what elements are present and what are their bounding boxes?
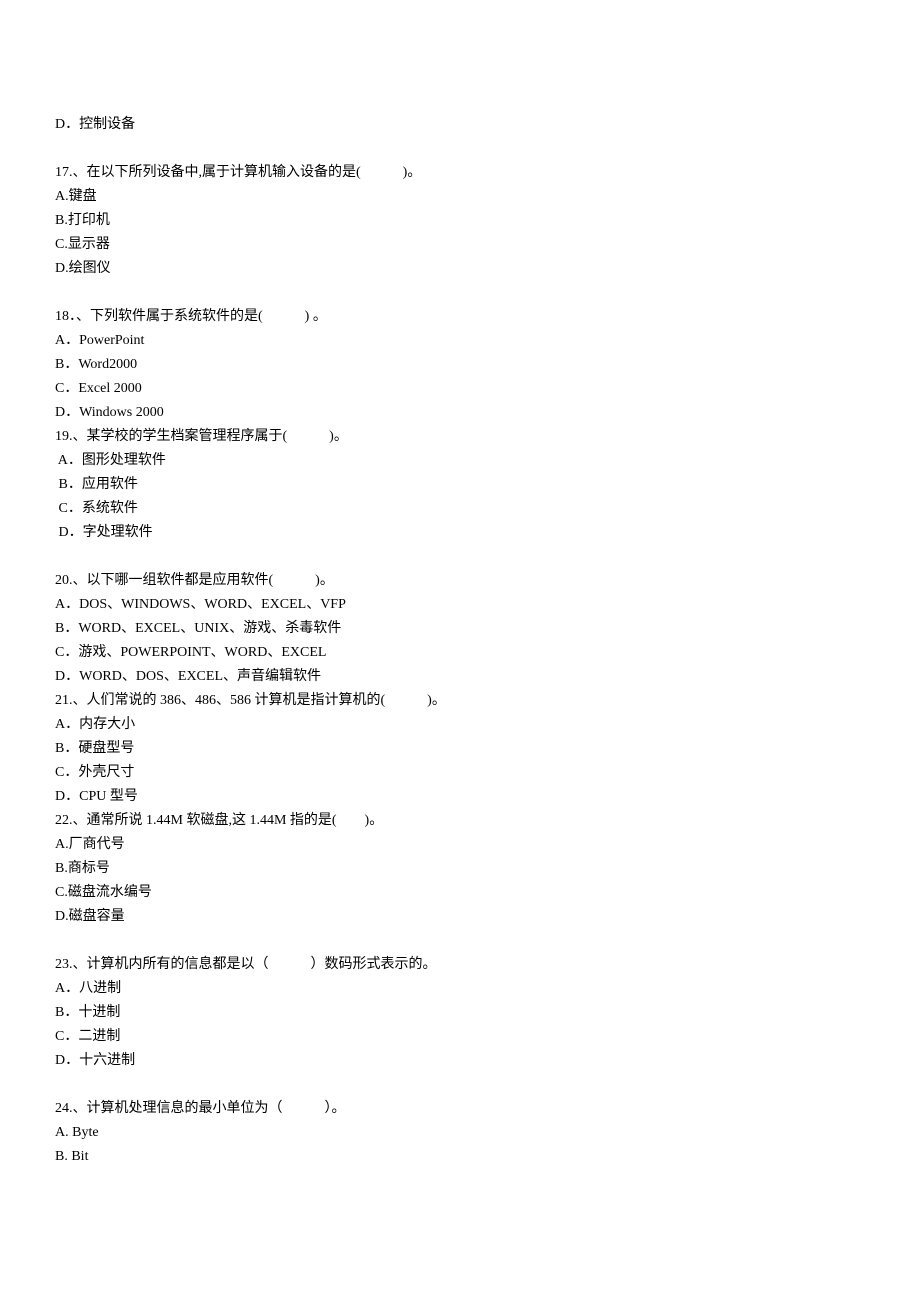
text-line-9: A．PowerPoint <box>55 329 865 353</box>
text-line-15: B．应用软件 <box>55 473 865 497</box>
text-line-31: B.商标号 <box>55 857 865 881</box>
document-body: D．控制设备17.、在以下所列设备中,属于计算机输入设备的是( )。A.键盘B.… <box>55 113 865 1169</box>
text-line-40 <box>55 1073 865 1097</box>
text-line-27: C．外壳尺寸 <box>55 761 865 785</box>
text-line-13: 19.、某学校的学生档案管理程序属于( )。 <box>55 425 865 449</box>
text-line-37: B．十进制 <box>55 1001 865 1025</box>
text-line-30: A.厂商代号 <box>55 833 865 857</box>
text-line-1 <box>55 137 865 161</box>
text-line-23: D．WORD、DOS、EXCEL、声音编辑软件 <box>55 665 865 689</box>
text-line-29: 22.、通常所说 1.44M 软磁盘,这 1.44M 指的是( )。 <box>55 809 865 833</box>
text-line-35: 23.、计算机内所有的信息都是以（ ）数码形式表示的。 <box>55 953 865 977</box>
text-line-32: C.磁盘流水编号 <box>55 881 865 905</box>
text-line-5: C.显示器 <box>55 233 865 257</box>
text-line-14: A．图形处理软件 <box>55 449 865 473</box>
text-line-12: D．Windows 2000 <box>55 401 865 425</box>
text-line-7 <box>55 281 865 305</box>
text-line-3: A.键盘 <box>55 185 865 209</box>
q24-question: 24.、计算机处理信息的最小单位为（ ）。 <box>55 1097 865 1121</box>
text-line-6: D.绘图仪 <box>55 257 865 281</box>
text-line-0: D．控制设备 <box>55 113 865 137</box>
text-line-19: 20.、以下哪一组软件都是应用软件( )。 <box>55 569 865 593</box>
text-line-2: 17.、在以下所列设备中,属于计算机输入设备的是( )。 <box>55 161 865 185</box>
question-24: 24.、计算机处理信息的最小单位为（ ）。A. ByteB. Bit <box>55 1097 865 1169</box>
text-line-17: D．字处理软件 <box>55 521 865 545</box>
text-line-11: C．Excel 2000 <box>55 377 865 401</box>
text-line-24: 21.、人们常说的 386、486、586 计算机是指计算机的( )。 <box>55 689 865 713</box>
text-line-38: C．二进制 <box>55 1025 865 1049</box>
text-line-10: B．Word2000 <box>55 353 865 377</box>
text-line-16: C．系统软件 <box>55 497 865 521</box>
text-line-36: A．八进制 <box>55 977 865 1001</box>
text-line-26: B．硬盘型号 <box>55 737 865 761</box>
text-line-25: A．内存大小 <box>55 713 865 737</box>
text-line-4: B.打印机 <box>55 209 865 233</box>
text-line-28: D．CPU 型号 <box>55 785 865 809</box>
text-line-18 <box>55 545 865 569</box>
q24-option-b: B. Bit <box>55 1145 865 1169</box>
text-line-34 <box>55 929 865 953</box>
text-line-22: C．游戏、POWERPOINT、WORD、EXCEL <box>55 641 865 665</box>
text-line-39: D．十六进制 <box>55 1049 865 1073</box>
text-line-20: A．DOS、WINDOWS、WORD、EXCEL、VFP <box>55 593 865 617</box>
q24-option-a: A. Byte <box>55 1121 865 1145</box>
text-line-21: B．WORD、EXCEL、UNIX、游戏、杀毒软件 <box>55 617 865 641</box>
text-line-33: D.磁盘容量 <box>55 905 865 929</box>
text-line-8: 18．、下列软件属于系统软件的是( ) 。 <box>55 305 865 329</box>
